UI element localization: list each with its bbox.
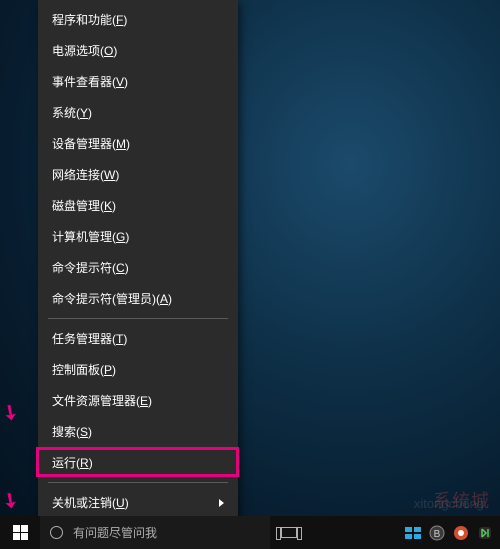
menu-item-event-viewer[interactable]: 事件查看器(V) [38,66,238,97]
svg-text:B: B [434,529,441,540]
menu-item-shutdown-signout[interactable]: 关机或注销(U) [38,487,238,518]
annotation-arrow-icon: ➘ [0,397,24,427]
menu-item-power-options[interactable]: 电源选项(O) [38,35,238,66]
menu-item-computer-management[interactable]: 计算机管理(G) [38,221,238,252]
cortana-circle-icon [50,526,63,539]
menu-item-command-prompt[interactable]: 命令提示符(C) [38,252,238,283]
tray-app-icon[interactable] [452,524,470,542]
menu-item-programs-features[interactable]: 程序和功能(F) [38,4,238,35]
menu-item-file-explorer[interactable]: 文件资源管理器(E) [38,385,238,416]
cortana-search-box[interactable]: 有问题尽管问我 [40,516,270,549]
task-view-icon [281,527,297,538]
menu-separator [48,482,228,483]
windows-logo-icon [13,525,28,540]
taskbar: 有问题尽管问我 B [0,516,500,549]
menu-item-command-prompt-admin[interactable]: 命令提示符(管理员)(A) [38,283,238,314]
menu-separator [48,318,228,319]
tray-app-icon[interactable] [476,524,494,542]
menu-item-task-manager[interactable]: 任务管理器(T) [38,323,238,354]
desktop: 程序和功能(F) 电源选项(O) 事件查看器(V) 系统(Y) 设备管理器(M)… [0,0,500,549]
tray-app-icon[interactable]: B [428,524,446,542]
chevron-right-icon [219,499,224,507]
menu-item-device-manager[interactable]: 设备管理器(M) [38,128,238,159]
annotation-arrow-icon: ➘ [0,485,24,515]
menu-item-search[interactable]: 搜索(S) [38,416,238,447]
start-button[interactable] [0,516,40,549]
winx-context-menu[interactable]: 程序和功能(F) 电源选项(O) 事件查看器(V) 系统(Y) 设备管理器(M)… [38,0,238,549]
system-tray: B [404,524,500,542]
watermark-text: 系统城 [433,487,490,513]
menu-item-system[interactable]: 系统(Y) [38,97,238,128]
task-view-button[interactable] [270,516,308,549]
menu-item-disk-management[interactable]: 磁盘管理(K) [38,190,238,221]
menu-item-control-panel[interactable]: 控制面板(P) [38,354,238,385]
menu-item-run[interactable]: 运行(R) [38,447,238,478]
menu-item-network-connections[interactable]: 网络连接(W) [38,159,238,190]
tray-app-icon[interactable] [404,524,422,542]
search-placeholder: 有问题尽管问我 [73,524,157,541]
